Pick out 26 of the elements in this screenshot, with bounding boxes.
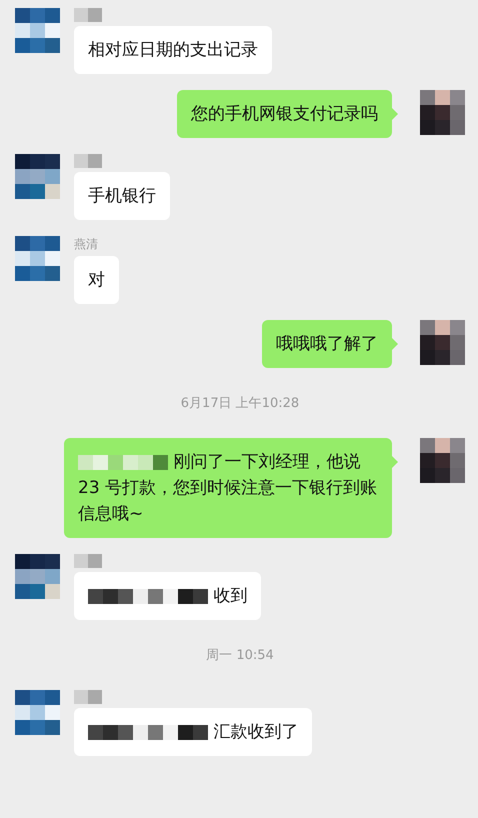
message-bubble: 对 [74, 256, 119, 304]
message-bubble: 哦哦哦了解了 [262, 320, 392, 368]
message-bubble: 刚问了一下刘经理，他说23 号打款，您到时候注意一下银行到账信息哦~ [64, 438, 392, 538]
message-bubble: 手机银行 [74, 172, 170, 220]
avatar [15, 554, 60, 599]
timestamp: 6月17日 上午10:28 [180, 395, 300, 413]
avatar [420, 320, 465, 365]
bubble-tail [392, 108, 398, 120]
timestamp: 周一 10:54 [206, 647, 274, 665]
message-bubble: 您的手机网银支付记录吗 [177, 90, 392, 138]
redacted-mosaic [74, 8, 102, 22]
sender-name: 燕清 [74, 236, 99, 252]
avatar [15, 154, 60, 199]
avatar [15, 8, 60, 53]
redacted-mosaic [74, 554, 102, 568]
bubble-tail [392, 338, 398, 350]
bubble-tail [392, 456, 398, 468]
redacted-mosaic [74, 154, 102, 168]
message-bubble: 汇款收到了 [74, 708, 312, 756]
avatar [15, 236, 60, 281]
avatar [15, 690, 60, 735]
message-bubble: 收到 [74, 572, 262, 620]
avatar [420, 90, 465, 135]
redacted-mosaic [74, 690, 102, 704]
avatar [420, 438, 465, 483]
message-bubble: 相对应日期的支出记录 [74, 26, 272, 74]
